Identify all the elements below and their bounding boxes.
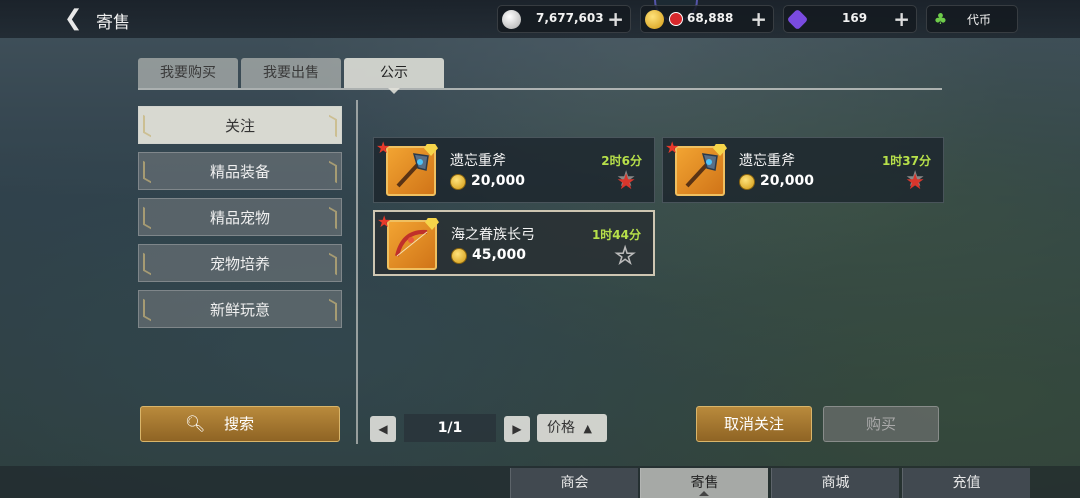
category-equipment[interactable]: 精品装备 [138,152,342,190]
gold-coin-icon [451,248,467,264]
item-name: 遗忘重斧 [739,153,795,169]
search-button[interactable]: 🔍︎ 搜索 [140,406,340,442]
gem-amount: 169 [842,11,868,25]
next-page-button[interactable]: ▶ [504,416,530,442]
active-tab-pointer-icon [388,88,400,94]
nav-consignment[interactable]: 寄售 [640,468,768,498]
favorite-badge-icon: ★ [665,138,680,157]
sort-ascending-icon: ▲ [583,422,592,435]
item-name: 遗忘重斧 [450,153,506,169]
category-novelties[interactable]: 新鲜玩意 [138,290,342,328]
gold-coin-icon [739,174,755,190]
longbow-icon [387,218,439,270]
notification-dot [669,12,683,26]
nav-mall[interactable]: 商城 [771,468,899,498]
gold-amount: 68,888 [687,11,734,25]
favorite-star-icon[interactable]: ★ [615,245,636,269]
prev-page-button[interactable]: ◀ [370,416,396,442]
item-time-left: 2时6分 [601,154,642,168]
tab-sell[interactable]: 我要出售 [241,58,341,88]
silver-amount: 7,677,603 [536,11,604,25]
item-name: 海之眷族长弓 [451,227,535,243]
battle-axe-icon [386,144,438,196]
page-indicator: 1/1 [404,414,496,442]
item-time-left: 1时44分 [591,228,641,242]
item-card[interactable]: ★ 遗忘重斧 20,000 1时37分 ★ [662,137,944,203]
silver-coin-icon [502,10,521,29]
battle-axe-icon [675,144,727,196]
favorite-star-icon[interactable]: ★ [905,172,925,194]
tab-underline [138,88,942,90]
gold-coin-icon [450,174,466,190]
search-label: 搜索 [223,415,254,433]
back-arrow-icon[interactable]: ❮ [64,6,82,31]
add-gem-button[interactable]: + [893,7,910,31]
nav-recharge[interactable]: 充值 [902,468,1030,498]
panel-divider [356,100,358,444]
add-silver-button[interactable]: + [607,7,624,31]
category-pet-training[interactable]: 宠物培养 [138,244,342,282]
favorite-badge-icon: ★ [376,138,391,157]
item-price: 20,000 [471,173,526,189]
gold-coin-icon [645,10,664,29]
favorite-star-icon[interactable]: ★ [616,172,636,194]
item-price: 20,000 [760,173,815,189]
tab-announcement[interactable]: 公示 [344,58,444,88]
buy-button[interactable]: 购买 [823,406,939,442]
page-title: 寄售 [96,13,130,33]
currency-token[interactable]: ♣ 代币 [926,5,1018,33]
sort-label: 价格 [547,420,575,436]
item-card-selected[interactable]: ★ 海之眷族长弓 45,000 1时44分 ★ [373,210,655,276]
category-pets[interactable]: 精品宠物 [138,198,342,236]
tab-buy[interactable]: 我要购买 [138,58,238,88]
purple-gem-icon [786,8,809,31]
item-time-left: 1时37分 [881,154,931,168]
item-card[interactable]: ★ 遗忘重斧 20,000 2时6分 ★ [373,137,655,203]
clover-token-icon: ♣ [933,10,948,28]
unfollow-button[interactable]: 取消关注 [696,406,812,442]
item-price: 45,000 [472,247,527,263]
add-gold-button[interactable]: + [750,7,767,31]
favorite-badge-icon: ★ [377,212,392,231]
currency-silver: 7,677,603 + [497,5,631,33]
search-icon: 🔍︎ [185,414,206,433]
currency-gold: 68,888 + [640,5,774,33]
currency-gem: 169 + [783,5,917,33]
category-follow[interactable]: 关注 [138,106,342,144]
token-label: 代币 [967,13,992,27]
sort-by-price-button[interactable]: 价格 ▲ [537,414,607,442]
nav-guild-shop[interactable]: 商会 [510,468,638,498]
